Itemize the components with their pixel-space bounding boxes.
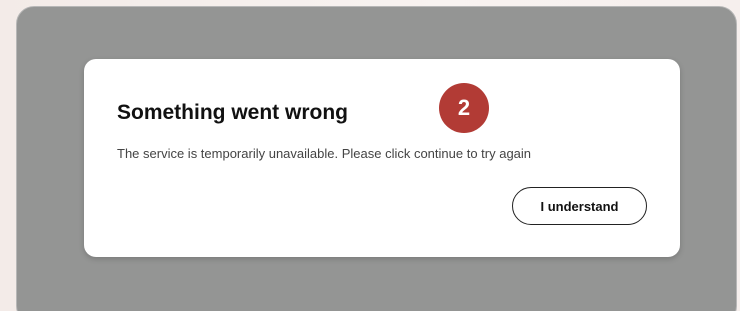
dialog-title: Something went wrong <box>117 101 348 124</box>
page-background: Something went wrong 2 The service is te… <box>0 0 740 311</box>
error-dialog: Something went wrong 2 The service is te… <box>84 59 680 257</box>
dialog-message: The service is temporarily unavailable. … <box>117 146 532 161</box>
step-badge: 2 <box>439 83 489 133</box>
i-understand-button[interactable]: I understand <box>512 187 647 225</box>
